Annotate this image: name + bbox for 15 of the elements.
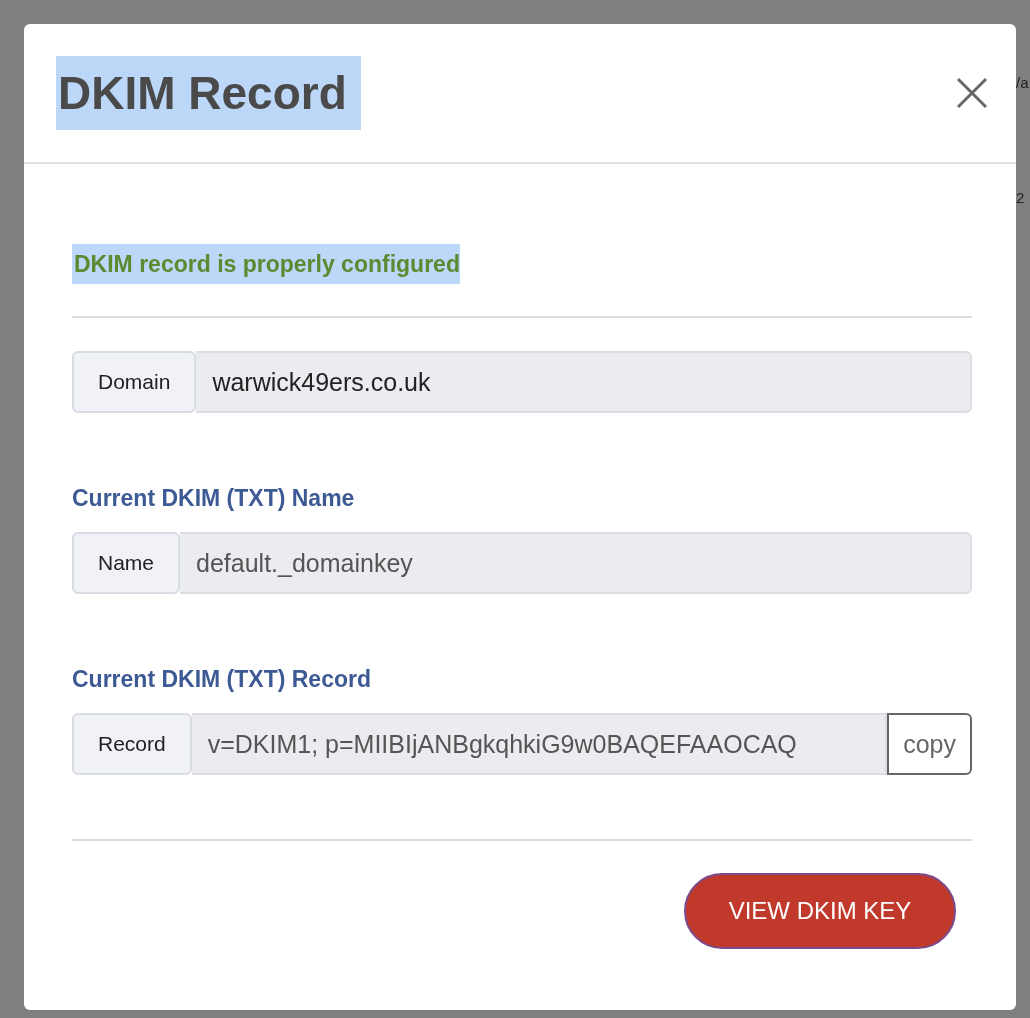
- text-field[interactable]: default._domainkey: [180, 532, 972, 594]
- view-key-button[interactable]: VIEW DKIM KEY: [684, 873, 956, 949]
- dialog-title: DKIM Record: [56, 56, 361, 130]
- field-heading: Current DKIM (TXT) Name: [72, 485, 356, 512]
- background-text: /a: [1016, 74, 1030, 91]
- status-message: DKIM record is properly configured: [72, 244, 460, 284]
- text-field[interactable]: warwick49ers.co.uk: [196, 351, 972, 413]
- field-heading: Current DKIM (TXT) Record: [72, 666, 372, 693]
- background-text: 2: [1016, 189, 1026, 206]
- text-field[interactable]: v=DKIM1; p=MIIBIjANBgkqhkiG9w0BAQEFAAOCAQ: [191, 713, 888, 775]
- copy-button[interactable]: copy: [887, 713, 972, 775]
- field-label: Record: [72, 713, 192, 775]
- field-label: Name: [72, 532, 181, 594]
- field-label: Domain: [72, 351, 197, 413]
- close-icon[interactable]: [956, 77, 988, 109]
